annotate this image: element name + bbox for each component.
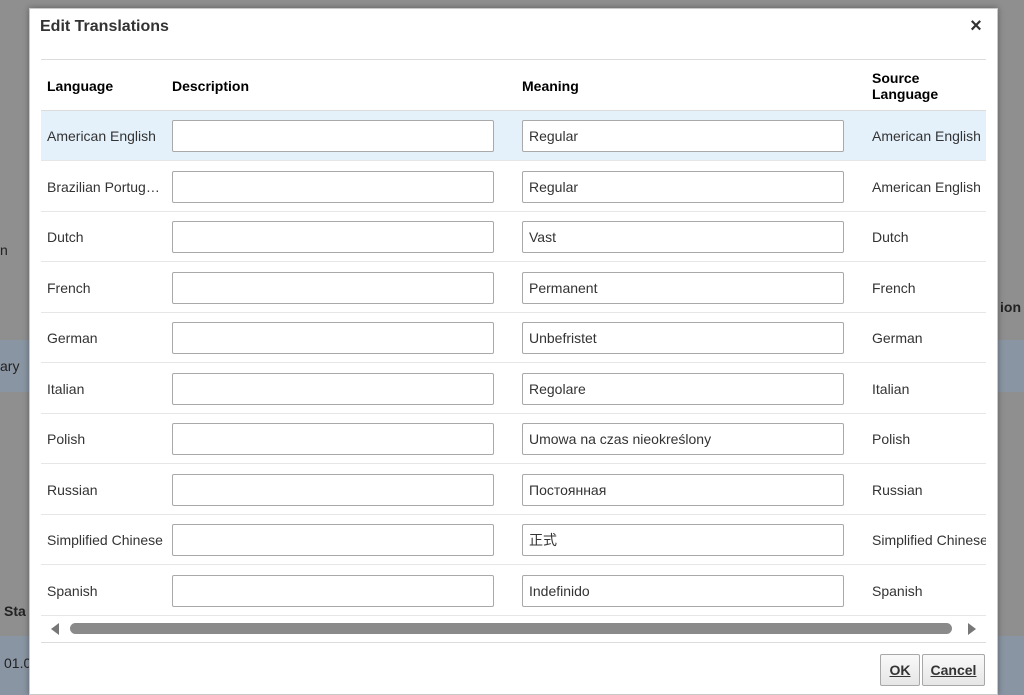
meaning-input[interactable] <box>522 372 844 405</box>
meaning-input[interactable] <box>522 271 844 304</box>
bg-fragment: 01.0 <box>4 655 32 671</box>
table-row[interactable]: Russian Russian <box>41 465 986 515</box>
description-input[interactable] <box>172 322 494 354</box>
meaning-input[interactable] <box>522 322 844 354</box>
meaning-input[interactable] <box>522 170 844 203</box>
description-input[interactable] <box>172 473 494 506</box>
description-input[interactable] <box>172 221 494 253</box>
scrollbar-thumb[interactable] <box>70 623 952 634</box>
dialog-title: Edit Translations <box>40 18 169 35</box>
table-row[interactable]: French French <box>41 263 986 313</box>
table-row[interactable]: Brazilian Portuguese American English <box>41 162 986 212</box>
source-language-cell: Spanish <box>872 582 923 599</box>
bg-fragment: n <box>0 242 8 258</box>
table-row[interactable]: Italian Italian <box>41 364 986 414</box>
translations-table: Language Description Meaning Source Lang… <box>41 60 986 616</box>
description-input[interactable] <box>172 524 494 556</box>
horizontal-scrollbar[interactable] <box>41 616 986 642</box>
table-row[interactable]: Dutch Dutch <box>41 212 986 262</box>
language-cell: Simplified Chinese <box>47 532 163 548</box>
language-cell: Brazilian Portuguese <box>47 178 163 195</box>
table-row[interactable]: German German <box>41 313 986 363</box>
source-language-cell: American English <box>872 128 981 144</box>
bg-fragment: ion <box>1000 299 1021 315</box>
bg-fragment: ary <box>0 358 20 374</box>
column-header-source-language[interactable]: Source Language <box>872 70 982 102</box>
meaning-input[interactable] <box>522 524 844 556</box>
meaning-input[interactable] <box>522 120 844 152</box>
column-header-meaning[interactable]: Meaning <box>522 78 579 94</box>
cancel-button[interactable]: Cancel <box>922 654 985 686</box>
description-input[interactable] <box>172 423 494 455</box>
meaning-input[interactable] <box>522 221 844 253</box>
description-input[interactable] <box>172 120 494 152</box>
meaning-input[interactable] <box>522 574 844 607</box>
scroll-left-icon[interactable] <box>51 623 59 635</box>
source-language-cell: Polish <box>872 431 911 447</box>
meaning-input[interactable] <box>522 473 844 506</box>
description-input[interactable] <box>172 170 494 203</box>
source-language-cell: French <box>872 279 916 296</box>
source-language-cell: Russian <box>872 481 923 498</box>
description-input[interactable] <box>172 574 494 607</box>
edit-translations-dialog: Edit Translations × Language Description… <box>29 8 998 695</box>
description-input[interactable] <box>172 271 494 304</box>
table-row[interactable]: Spanish Spanish <box>41 566 986 616</box>
table-row[interactable]: American English American English <box>41 111 986 161</box>
close-icon[interactable]: × <box>967 16 985 36</box>
column-header-description[interactable]: Description <box>172 78 249 94</box>
table-row[interactable]: Simplified Chinese Simplified Chinese <box>41 515 986 565</box>
scroll-right-icon[interactable] <box>968 623 976 635</box>
source-language-cell: American English <box>872 178 981 195</box>
source-language-cell: Simplified Chinese <box>872 532 986 548</box>
language-cell: Dutch <box>47 229 84 245</box>
language-cell: Russian <box>47 481 98 498</box>
divider <box>41 642 986 643</box>
source-language-cell: Italian <box>872 380 910 397</box>
column-header-language[interactable]: Language <box>47 78 113 94</box>
table-header: Language Description Meaning Source Lang… <box>41 60 986 111</box>
bg-fragment: Sta <box>4 603 26 619</box>
ok-button[interactable]: OK <box>880 654 920 686</box>
description-input[interactable] <box>172 372 494 405</box>
language-cell: American English <box>47 128 156 144</box>
language-cell: Spanish <box>47 582 98 599</box>
source-language-cell: Dutch <box>872 229 909 245</box>
table-row[interactable]: Polish Polish <box>41 414 986 464</box>
language-cell: German <box>47 330 98 346</box>
language-cell: Italian <box>47 380 85 397</box>
source-language-cell: German <box>872 330 923 346</box>
language-cell: Polish <box>47 431 86 447</box>
meaning-input[interactable] <box>522 423 844 455</box>
language-cell: French <box>47 279 91 296</box>
